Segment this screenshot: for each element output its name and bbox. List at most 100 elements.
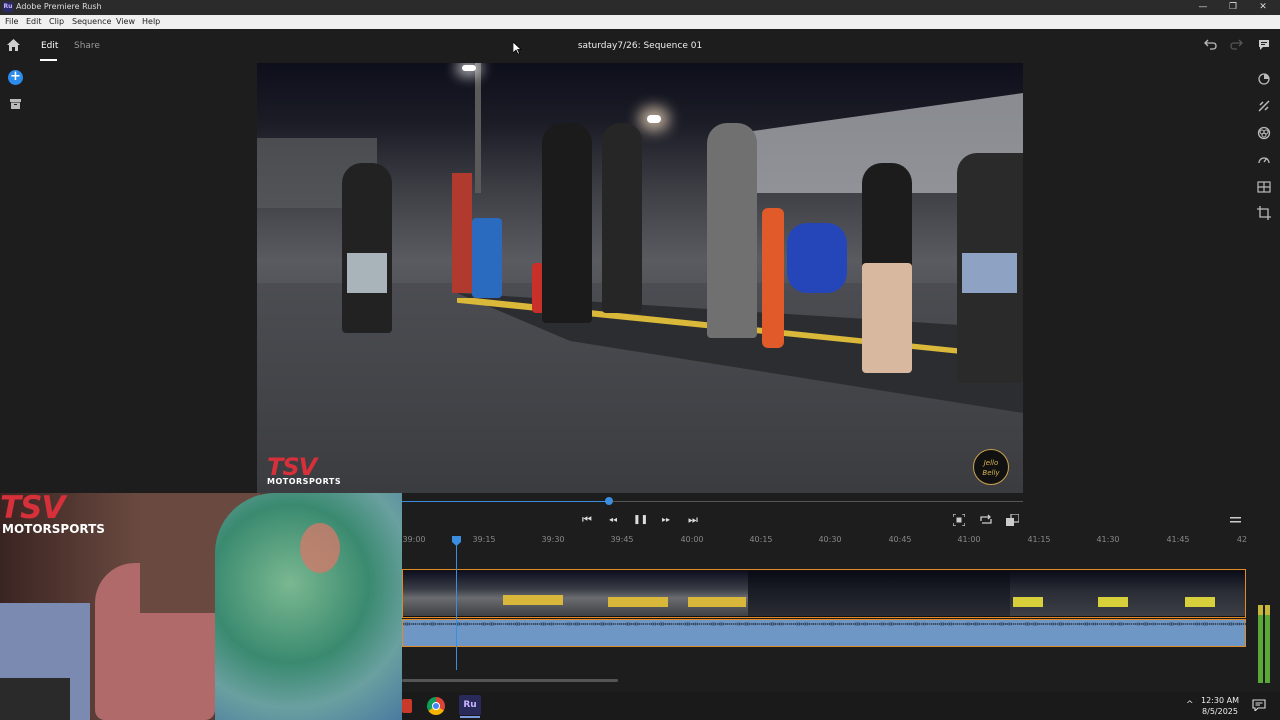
clip-thumbnail bbox=[748, 571, 1010, 616]
person-shorts bbox=[347, 253, 387, 293]
clip-thumbnail-barrier bbox=[1185, 597, 1215, 607]
blue-barrel bbox=[472, 218, 502, 298]
tick-label: 40:45 bbox=[888, 535, 912, 544]
webcam-shirt-pattern bbox=[300, 523, 340, 573]
audio-clip[interactable] bbox=[402, 619, 1247, 647]
video-preview[interactable]: TSV MOTORSPORTS Jello Belly bbox=[257, 63, 1023, 493]
mouse-cursor-icon bbox=[513, 42, 522, 55]
close-button[interactable]: ✕ bbox=[1248, 0, 1278, 15]
tick-label: 39:30 bbox=[541, 535, 565, 544]
fullscreen-icon[interactable] bbox=[1006, 514, 1019, 526]
crop-icon[interactable] bbox=[1257, 206, 1271, 220]
webcam-object bbox=[0, 678, 70, 720]
preview-scrub-handle[interactable] bbox=[605, 497, 613, 505]
color-icon[interactable] bbox=[1257, 126, 1271, 140]
window-title: Adobe Premiere Rush bbox=[16, 2, 102, 11]
person bbox=[602, 123, 642, 313]
preview-scrub-progress bbox=[402, 501, 609, 502]
premiere-rush-app-icon: Ru bbox=[3, 2, 13, 12]
webcam-motorsports-text: MOTORSPORTS bbox=[2, 522, 105, 536]
speed-icon[interactable] bbox=[1257, 153, 1271, 167]
taskbar-app-icon[interactable] bbox=[402, 699, 412, 713]
tick-label: 39:15 bbox=[472, 535, 496, 544]
person bbox=[342, 163, 392, 333]
clip-thumbnail bbox=[1010, 571, 1245, 616]
clip-thumbnail-barrier bbox=[608, 597, 668, 607]
menu-clip[interactable]: Clip bbox=[49, 16, 64, 28]
clip-thumbnail-barrier bbox=[1098, 597, 1128, 607]
tick-label: 40:00 bbox=[680, 535, 704, 544]
chrome-icon-center bbox=[432, 702, 440, 710]
menu-edit[interactable]: Edit bbox=[26, 16, 42, 28]
restore-button[interactable]: ❐ bbox=[1218, 0, 1248, 15]
tick-label: 41:15 bbox=[1027, 535, 1051, 544]
stadium-light bbox=[647, 115, 661, 123]
minimize-button[interactable]: — bbox=[1188, 0, 1218, 15]
traffic-cone-pole bbox=[762, 208, 784, 348]
tick-label: 39:45 bbox=[610, 535, 634, 544]
tick-label: 41:00 bbox=[957, 535, 981, 544]
tick-label: 41:30 bbox=[1096, 535, 1120, 544]
undo-icon[interactable] bbox=[1204, 39, 1217, 50]
premiere-rush-taskbar-icon[interactable]: Ru bbox=[459, 695, 481, 715]
archive-icon[interactable] bbox=[10, 99, 21, 109]
logo-text: Jello bbox=[983, 459, 999, 467]
plus-icon: + bbox=[10, 69, 21, 84]
skip-to-start-button[interactable]: ⏮ bbox=[580, 513, 594, 527]
person-legs bbox=[862, 263, 912, 373]
video-clip[interactable] bbox=[402, 569, 1246, 618]
timeline-ruler[interactable]: 39:00 39:15 39:30 39:45 40:00 40:15 40:3… bbox=[402, 535, 1248, 549]
sequence-title: saturday7/26: Sequence 01 bbox=[577, 41, 703, 51]
webcam-tsv-logo: TSV bbox=[0, 493, 65, 526]
menu-file[interactable]: File bbox=[5, 16, 18, 28]
skip-to-end-button[interactable]: ⏭ bbox=[686, 513, 700, 527]
step-forward-button[interactable]: ▸▸ bbox=[659, 513, 673, 527]
stadium-light bbox=[462, 65, 476, 71]
clip-thumbnail-barrier bbox=[1013, 597, 1043, 607]
clock-date: 8/5/2025 bbox=[1202, 707, 1238, 716]
playhead-line bbox=[456, 540, 457, 670]
clip-thumbnail bbox=[403, 571, 573, 616]
audio-level-meter bbox=[1258, 605, 1270, 683]
step-back-button[interactable]: ◂◂ bbox=[606, 513, 620, 527]
loop-icon[interactable] bbox=[980, 514, 992, 526]
active-app-indicator bbox=[460, 716, 480, 718]
timeline-scrollbar[interactable] bbox=[402, 679, 618, 682]
app-header: Edit Share saturday7/26: Sequence 01 bbox=[0, 29, 1280, 61]
person bbox=[542, 123, 592, 323]
light-pole bbox=[475, 63, 481, 193]
jello-belly-logo: Jello Belly bbox=[973, 449, 1009, 485]
comments-icon[interactable] bbox=[1258, 39, 1270, 51]
tick-label: 40:30 bbox=[818, 535, 842, 544]
motorcycle bbox=[787, 223, 847, 293]
tick-label: 40:15 bbox=[749, 535, 773, 544]
clip-thumbnail-barrier bbox=[503, 595, 563, 605]
layout-icon[interactable] bbox=[1257, 180, 1271, 194]
webcam-overlay: TSV MOTORSPORTS bbox=[0, 493, 402, 720]
tick-label: 39:00 bbox=[402, 535, 426, 544]
audio-waveform bbox=[403, 622, 1247, 626]
tick-label: 41:45 bbox=[1166, 535, 1190, 544]
person bbox=[452, 173, 472, 293]
taskbar bbox=[402, 692, 1280, 720]
add-media-button[interactable]: + bbox=[8, 70, 23, 85]
pause-button[interactable]: ❚❚ bbox=[633, 513, 648, 527]
clock-time: 12:30 AM bbox=[1201, 696, 1239, 705]
taskbar-clock[interactable]: 12:30 AM 8/5/2025 bbox=[1200, 695, 1240, 717]
window-titlebar: Ru Adobe Premiere Rush — ❐ ✕ bbox=[0, 0, 1280, 15]
redo-icon[interactable] bbox=[1230, 39, 1243, 50]
notification-icon[interactable] bbox=[1252, 699, 1266, 711]
timeline-menu-icon[interactable] bbox=[1230, 516, 1241, 524]
effects-icon[interactable] bbox=[1257, 99, 1271, 113]
tick-label: 42 bbox=[1236, 535, 1248, 544]
tsv-watermark: TSV bbox=[267, 453, 317, 481]
menu-help[interactable]: Help bbox=[142, 16, 160, 28]
clip-thumbnail-barrier bbox=[688, 597, 746, 607]
person-denim-shorts bbox=[962, 253, 1017, 293]
menu-view[interactable]: View bbox=[116, 16, 135, 28]
fit-to-frame-icon[interactable] bbox=[953, 514, 965, 526]
transitions-icon[interactable] bbox=[1257, 72, 1271, 86]
system-tray-chevron-icon[interactable]: ^ bbox=[1186, 700, 1194, 710]
logo-text: Belly bbox=[982, 469, 1000, 477]
menu-sequence[interactable]: Sequence bbox=[72, 16, 111, 28]
